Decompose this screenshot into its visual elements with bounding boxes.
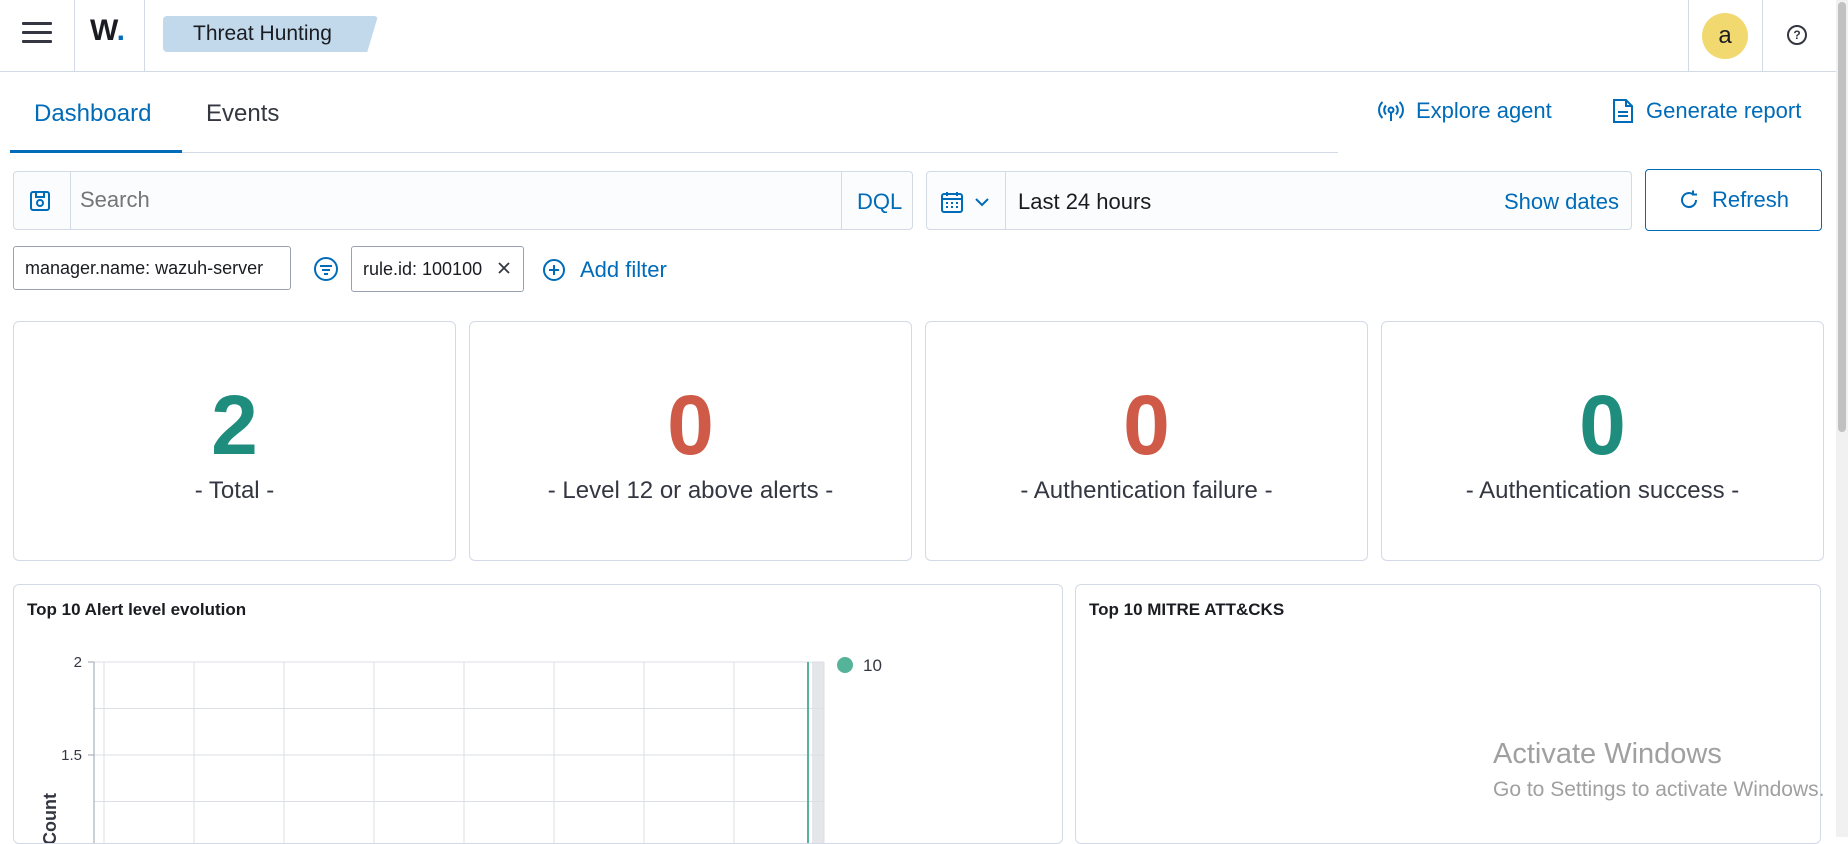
stat-value: 2 — [211, 378, 258, 472]
menu-icon[interactable] — [22, 22, 52, 48]
filter-pill-rule-label: rule.id: 100100 — [363, 259, 483, 279]
legend-label: 10 — [863, 656, 882, 675]
refresh-button[interactable]: Refresh — [1645, 169, 1822, 231]
add-filter-label: Add filter — [580, 257, 667, 282]
legend-marker — [837, 657, 853, 673]
close-icon[interactable] — [497, 247, 511, 291]
stat-label: - Total - — [194, 477, 275, 504]
divider — [74, 0, 75, 72]
y-tick-label: 2 — [74, 654, 82, 671]
explore-agent-label: Explore agent — [1416, 98, 1552, 123]
y-tick-label: 1.5 — [61, 747, 82, 764]
divider — [841, 172, 842, 229]
tabs-divider — [10, 152, 1338, 153]
stat-value: 0 — [667, 378, 714, 472]
top-bar: W. Threat Hunting a ? — [0, 0, 1836, 72]
stat-label: - Authentication failure - — [1020, 477, 1273, 504]
activation-watermark-title: Activate Windows — [1493, 738, 1722, 770]
quick-menu-button[interactable] — [940, 190, 990, 214]
tab-events[interactable]: Events — [206, 100, 279, 128]
y-axis-label: Count — [40, 793, 60, 844]
divider — [70, 172, 71, 229]
divider — [1688, 0, 1689, 72]
stat-value: 0 — [1579, 378, 1626, 472]
generate-report-label: Generate report — [1646, 98, 1802, 123]
divider — [1005, 172, 1006, 229]
stat-value: 0 — [1123, 378, 1170, 472]
stat-label: - Authentication success - — [1465, 477, 1740, 504]
divider — [1762, 0, 1763, 72]
refresh-label: Refresh — [1711, 187, 1790, 212]
document-icon — [1613, 99, 1633, 123]
explore-agent-button[interactable]: Explore agent — [1378, 98, 1552, 124]
alert-evolution-chart: 2 1.5 Count 10 — [40, 654, 882, 844]
show-dates-button[interactable]: Show dates — [1504, 189, 1619, 215]
stat-card-auth-success: 0 - Authentication success - — [1381, 321, 1824, 561]
activation-watermark-subtitle: Go to Settings to activate Windows. — [1493, 778, 1825, 801]
active-tab-indicator — [10, 150, 182, 153]
alert-evolution-panel: Top 10 Alert level evolution 2 1.5 Count 10 — [13, 584, 1063, 844]
search-input[interactable] — [80, 176, 830, 224]
stat-card-level12: 0 - Level 12 or above alerts - — [469, 321, 912, 561]
scrollbar-thumb[interactable] — [1838, 2, 1846, 432]
plot-shade — [812, 662, 824, 843]
plus-circle-icon — [543, 259, 565, 281]
filter-pill-manager[interactable]: manager.name: wazuh-server — [13, 246, 291, 290]
divider — [144, 0, 145, 72]
wazuh-logo[interactable]: W. — [90, 14, 125, 48]
stat-card-auth-failure: 0 - Authentication failure - — [925, 321, 1368, 561]
panel-title: Top 10 MITRE ATT&CKS — [1089, 600, 1285, 619]
stat-label: - Level 12 or above alerts - — [547, 477, 834, 504]
user-avatar[interactable]: a — [1702, 13, 1748, 59]
dql-toggle[interactable]: DQL — [857, 189, 902, 215]
saved-query-icon[interactable] — [28, 189, 52, 218]
filter-pill-rule[interactable]: rule.id: 100100 — [351, 246, 524, 292]
scrollbar[interactable] — [1836, 0, 1848, 837]
calendar-icon — [941, 192, 963, 213]
broadcast-icon — [1378, 101, 1404, 121]
time-range[interactable]: Last 24 hours — [1018, 189, 1151, 215]
filter-options-icon[interactable] — [313, 256, 339, 287]
refresh-icon — [1680, 190, 1697, 209]
mitre-panel: Top 10 MITRE ATT&CKS — [1075, 584, 1821, 844]
help-icon[interactable]: ? — [1787, 25, 1807, 45]
stat-card-total: 2 - Total - — [13, 321, 456, 561]
breadcrumb-threat-hunting[interactable]: Threat Hunting — [163, 16, 378, 52]
add-filter-button[interactable]: Add filter — [542, 257, 667, 283]
generate-report-button[interactable]: Generate report — [1612, 98, 1801, 124]
tab-dashboard[interactable]: Dashboard — [34, 100, 151, 128]
chevron-down-icon — [975, 198, 989, 207]
